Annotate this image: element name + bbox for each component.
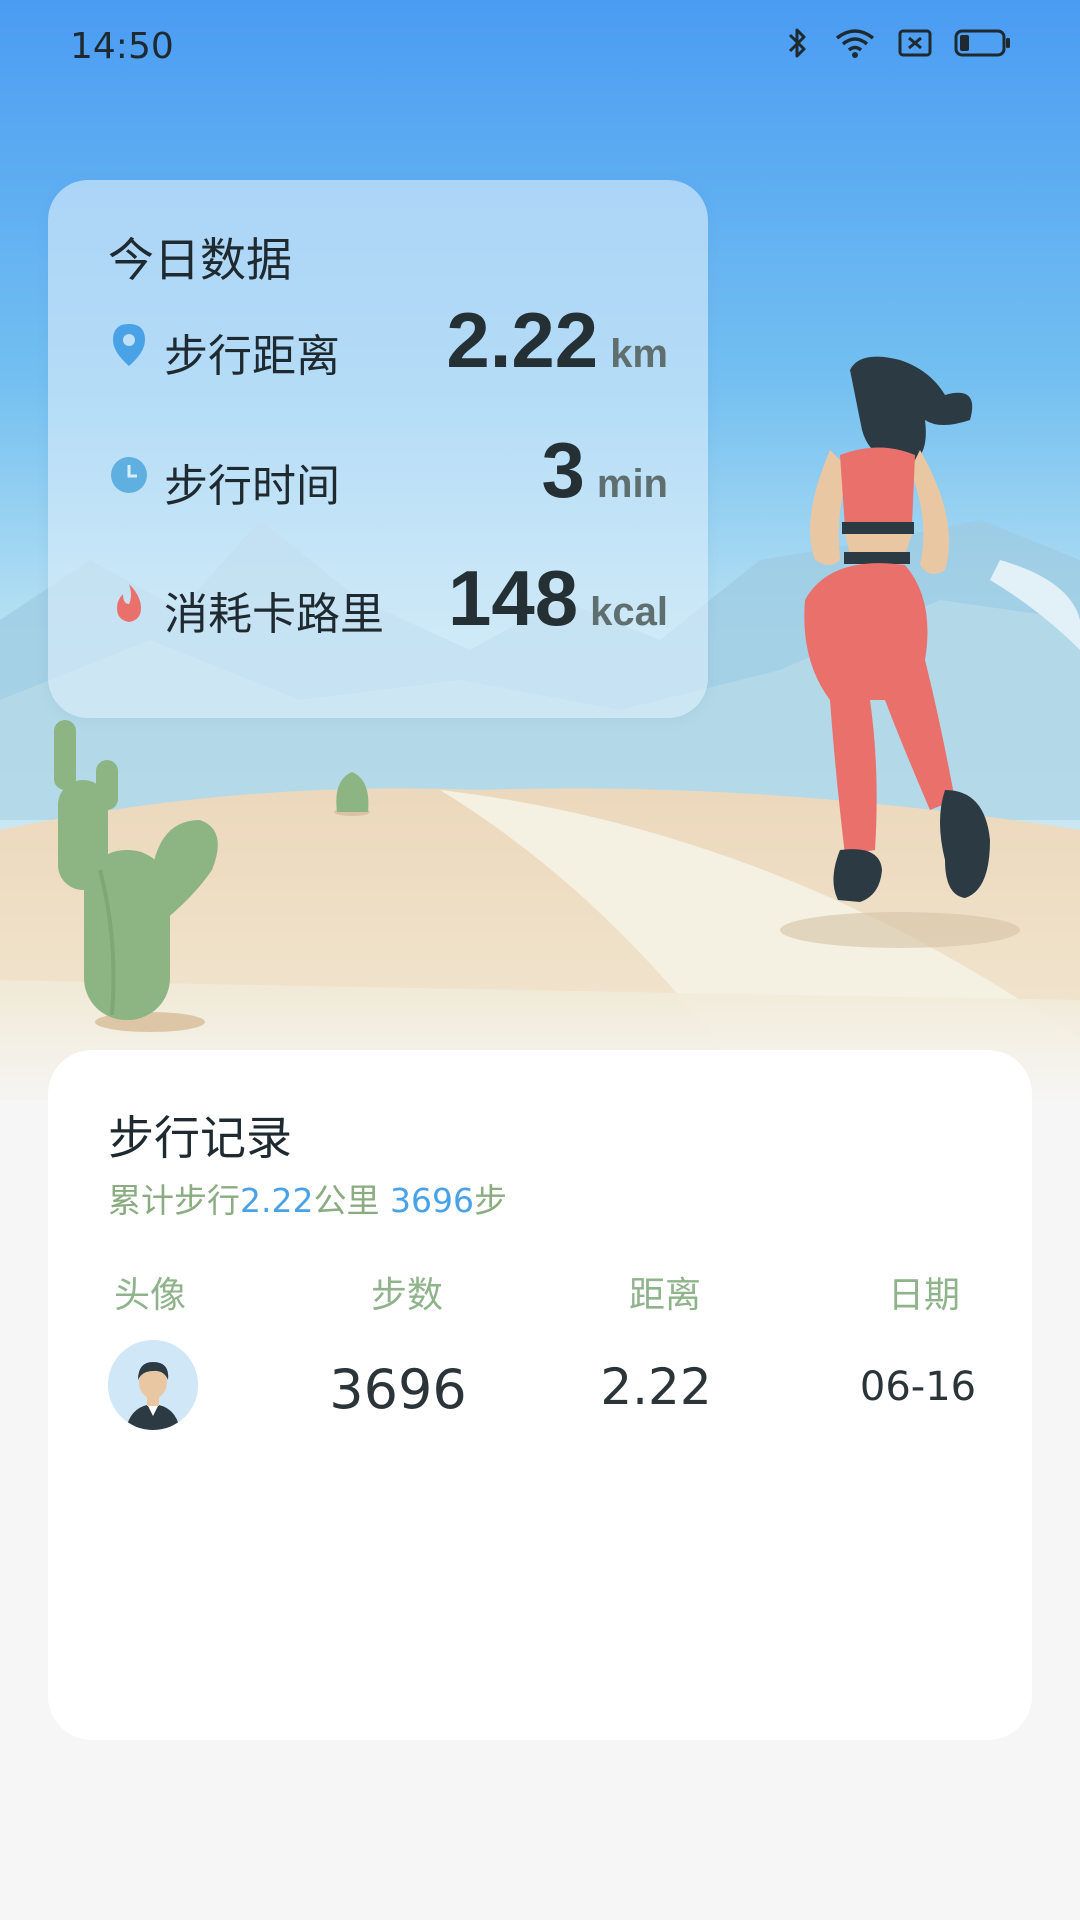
- metric-unit: min: [596, 462, 668, 506]
- summary-distance: 2.22: [240, 1181, 314, 1220]
- summary-distance-unit: 公里: [313, 1181, 380, 1220]
- today-title: 今日数据: [108, 233, 292, 287]
- avatar[interactable]: [108, 1340, 198, 1430]
- bluetooth-icon: [782, 26, 812, 60]
- wifi-icon: [834, 26, 876, 60]
- column-header-distance: 距离: [629, 1275, 702, 1316]
- row-distance: 2.22: [600, 1358, 712, 1416]
- row-steps: 3696: [329, 1358, 467, 1421]
- today-data-card: 今日数据 步行距离 2.22 km 步行时间 3 min 消耗卡路里 148 k…: [48, 180, 708, 718]
- summary-steps: 3696: [389, 1181, 474, 1220]
- metric-value: 148: [448, 554, 579, 642]
- record-title: 步行记录: [108, 1111, 292, 1165]
- table-row[interactable]: 3696 2.22 06-16: [48, 1340, 1032, 1440]
- metric-calories: 消耗卡路里 148 kcal: [108, 554, 668, 648]
- battery-icon: [954, 28, 1012, 58]
- column-header-date: 日期: [888, 1275, 961, 1316]
- row-date: 06-16: [859, 1364, 977, 1410]
- flame-icon: [108, 580, 150, 626]
- metric-label: 消耗卡路里: [164, 589, 384, 640]
- metric-time: 步行时间 3 min: [108, 426, 668, 520]
- metric-value: 2.22: [446, 296, 599, 384]
- status-time: 14:50: [70, 26, 174, 67]
- metric-label: 步行距离: [164, 331, 340, 382]
- status-bar: 14:50: [0, 0, 1080, 96]
- metric-unit: km: [610, 332, 668, 376]
- column-header-avatar: 头像: [114, 1275, 187, 1316]
- metric-distance: 步行距离 2.22 km: [108, 296, 668, 390]
- metric-unit: kcal: [590, 590, 668, 634]
- summary-prefix: 累计步行: [108, 1181, 240, 1220]
- column-header-steps: 步数: [371, 1275, 444, 1316]
- metric-value: 3: [541, 426, 585, 514]
- clock-icon: [108, 452, 150, 498]
- metric-label: 步行时间: [164, 461, 340, 512]
- summary-steps-unit: 步: [473, 1181, 507, 1220]
- no-sim-icon: [898, 28, 932, 58]
- walking-record-card: 步行记录 累计步行2.22公里 3696步 头像 步数 距离 日期 3696 2…: [48, 1050, 1032, 1740]
- record-summary: 累计步行2.22公里 3696步: [108, 1174, 507, 1222]
- location-pin-icon: [108, 322, 150, 368]
